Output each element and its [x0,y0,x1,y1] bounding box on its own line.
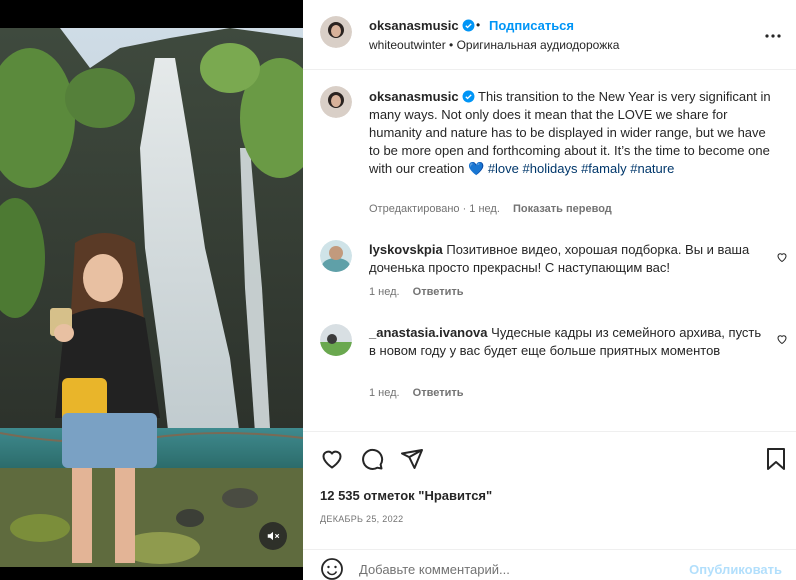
author-username[interactable]: oksanasmusic [369,18,475,33]
edited-label: Отредактировано · 1 нед. [369,203,500,215]
comment-1-meta: 1 нед. Ответить [369,286,464,298]
like-comment-2-icon[interactable] [776,333,788,345]
share-send-icon[interactable] [400,447,424,471]
audio-link[interactable]: whiteoutwinter • Оригинальная аудиодорож… [369,38,619,52]
comments-scroll[interactable]: oksanasmusic This transition to the New … [303,71,796,431]
commenter-avatar[interactable] [320,324,352,356]
comment-2-meta: 1 нед. Ответить [369,387,464,399]
speaker-muted-icon [267,531,280,541]
publish-button[interactable]: Опубликовать [689,562,782,577]
author-avatar[interactable] [320,16,352,48]
mute-button[interactable] [259,522,287,550]
caption-avatar[interactable] [320,86,352,118]
post-video[interactable] [0,28,303,567]
emoji-icon[interactable] [320,557,344,580]
like-heart-icon[interactable] [320,447,344,471]
comment-2-time: 1 нед. [369,387,400,399]
post-side-panel: oksanasmusic • Подписаться whiteoutwinte… [303,0,796,580]
post-actions: 12 535 отметок "Нравится" ДЕКАБРЬ 25, 20… [303,431,796,549]
commenter-avatar[interactable] [320,240,352,272]
comment-1-time: 1 нед. [369,286,400,298]
post-header: oksanasmusic • Подписаться whiteoutwinte… [303,0,796,70]
comment-2-reply-button[interactable]: Ответить [413,387,464,399]
comment-2: _anastasia.ivanova Чудесные кадры из сем… [369,324,769,360]
show-translation-button[interactable]: Показать перевод [513,203,612,215]
comment-2-username[interactable]: _anastasia.ivanova [369,325,488,340]
header-separator: • [476,18,481,32]
comment-1-username[interactable]: lyskovskpia [369,242,443,257]
verified-badge-icon [462,90,475,103]
add-comment-bar: Опубликовать [303,549,796,580]
caption-meta: Отредактировано · 1 нед. Показать перево… [369,203,612,215]
verified-badge-icon [462,19,475,32]
save-bookmark-icon[interactable] [765,447,787,471]
hashtag-nature[interactable]: #nature [630,161,674,176]
hashtag-famaly[interactable]: #famaly [581,161,627,176]
comment-1-reply-button[interactable]: Ответить [413,286,464,298]
blue-heart-emoji: 💙 [468,161,485,176]
video-frame-waterfall [0,28,303,567]
comment-bubble-icon[interactable] [360,447,384,471]
more-horizontal-icon [765,34,781,38]
post-caption: oksanasmusic This transition to the New … [369,88,779,178]
caption-username[interactable]: oksanasmusic [369,89,459,104]
more-options-button[interactable] [764,26,782,44]
likes-count[interactable]: 12 535 отметок "Нравится" [320,488,492,503]
follow-button[interactable]: Подписаться [489,18,574,33]
post-date: ДЕКАБРЬ 25, 2022 [320,514,404,524]
comment-1: lyskovskpia Позитивное видео, хорошая по… [369,241,769,277]
instagram-post-view: oksanasmusic • Подписаться whiteoutwinte… [0,0,796,580]
like-comment-1-icon[interactable] [776,251,788,263]
hashtag-love[interactable]: #love [488,161,519,176]
hashtag-holidays[interactable]: #holidays [523,161,578,176]
comment-input[interactable] [359,558,679,580]
